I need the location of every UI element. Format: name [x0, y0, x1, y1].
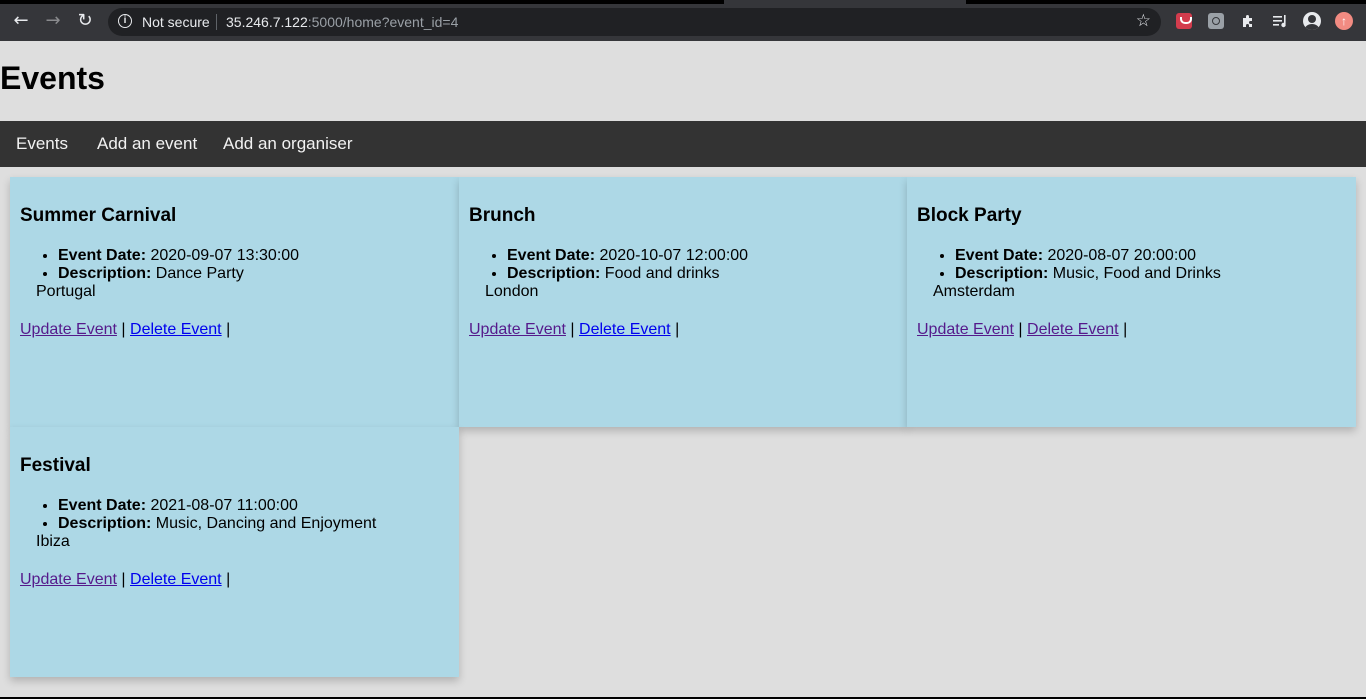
puzzle-icon[interactable] [1240, 13, 1256, 29]
event-description-item: Description: Music, Dancing and Enjoymen… [58, 515, 449, 533]
event-description-label: Description: [58, 515, 152, 532]
nav-add-organiser[interactable]: Add an organiser [223, 121, 352, 167]
separator: | [121, 321, 126, 338]
back-icon[interactable]: ← [9, 9, 33, 33]
event-card: Block Party Event Date: 2020-08-07 20:00… [907, 177, 1356, 427]
url-host: 35.246.7.122 [226, 14, 308, 30]
top-navigation: Events Add an event Add an organiser [0, 121, 1366, 167]
event-description-item: Description: Food and drinks [507, 265, 898, 283]
forward-icon[interactable]: → [41, 9, 65, 33]
event-details: Event Date: 2021-08-07 11:00:00 Descript… [20, 497, 449, 533]
info-icon[interactable]: i [118, 14, 132, 28]
event-actions: Update Event | Delete Event | [20, 571, 449, 589]
event-details: Event Date: 2020-09-07 13:30:00 Descript… [20, 247, 449, 283]
profile-icon[interactable] [1303, 12, 1321, 30]
extension-square-icon[interactable] [1208, 13, 1224, 29]
event-description-value: Food and drinks [604, 265, 720, 282]
event-actions: Update Event | Delete Event | [469, 321, 898, 339]
event-description-value: Music, Food and Drinks [1052, 265, 1221, 282]
event-location: Amsterdam [933, 283, 1015, 300]
star-icon[interactable]: ☆ [1136, 11, 1151, 31]
security-indicator[interactable]: Not secure [142, 14, 210, 30]
page-title: Events [0, 60, 105, 96]
update-icon[interactable]: ↑ [1335, 12, 1353, 30]
separator: | [570, 321, 575, 338]
event-title: Festival [20, 455, 91, 476]
pocket-icon[interactable] [1176, 13, 1192, 29]
update-event-link[interactable]: Update Event [20, 571, 117, 588]
event-date-value: 2020-09-07 13:30:00 [150, 247, 300, 264]
event-card: Summer Carnival Event Date: 2020-09-07 1… [10, 177, 459, 427]
event-description-label: Description: [58, 265, 152, 282]
event-date-value: 2020-08-07 20:00:00 [1047, 247, 1197, 264]
event-description-label: Description: [507, 265, 601, 282]
event-date-label: Event Date: [58, 247, 147, 264]
tab-strip-edge [0, 0, 724, 4]
event-location: London [485, 283, 539, 300]
url-text[interactable]: 35.246.7.122:5000/home?event_id=4 [226, 14, 458, 30]
event-description-item: Description: Dance Party [58, 265, 449, 283]
delete-event-link[interactable]: Delete Event [130, 571, 222, 588]
separator: | [1123, 321, 1128, 338]
event-actions: Update Event | Delete Event | [917, 321, 1346, 339]
event-location: Portugal [36, 283, 96, 300]
delete-event-link[interactable]: Delete Event [579, 321, 671, 338]
event-date-item: Event Date: 2020-08-07 20:00:00 [955, 247, 1346, 265]
event-date-label: Event Date: [955, 247, 1044, 264]
media-control-icon[interactable] [1272, 13, 1288, 29]
event-date-value: 2020-10-07 12:00:00 [599, 247, 749, 264]
event-description-label: Description: [955, 265, 1049, 282]
update-event-link[interactable]: Update Event [20, 321, 117, 338]
event-title: Brunch [469, 205, 536, 226]
event-date-item: Event Date: 2021-08-07 11:00:00 [58, 497, 449, 515]
event-description-value: Music, Dancing and Enjoyment [155, 515, 377, 532]
event-date-value: 2021-08-07 11:00:00 [150, 497, 298, 514]
event-location: Ibiza [36, 533, 70, 550]
event-date-item: Event Date: 2020-09-07 13:30:00 [58, 247, 449, 265]
event-date-item: Event Date: 2020-10-07 12:00:00 [507, 247, 898, 265]
tab-strip-edge [966, 0, 1366, 4]
reload-icon[interactable]: ↻ [73, 9, 97, 33]
event-details: Event Date: 2020-08-07 20:00:00 Descript… [917, 247, 1346, 283]
event-details: Event Date: 2020-10-07 12:00:00 Descript… [469, 247, 898, 283]
event-card: Brunch Event Date: 2020-10-07 12:00:00 D… [459, 177, 908, 427]
nav-events[interactable]: Events [16, 121, 68, 167]
event-title: Block Party [917, 205, 1022, 226]
update-event-link[interactable]: Update Event [469, 321, 566, 338]
event-description-value: Dance Party [155, 265, 244, 282]
separator: | [121, 571, 126, 588]
separator: | [226, 321, 231, 338]
update-event-link[interactable]: Update Event [917, 321, 1014, 338]
event-date-label: Event Date: [58, 497, 147, 514]
browser-toolbar: ← → ↻ i Not secure 35.246.7.122:5000/hom… [0, 0, 1366, 41]
event-actions: Update Event | Delete Event | [20, 321, 449, 339]
url-path: :5000/home?event_id=4 [307, 14, 459, 30]
address-separator [216, 14, 217, 30]
address-bar[interactable]: i Not secure 35.246.7.122:5000/home?even… [108, 8, 1161, 36]
delete-event-link[interactable]: Delete Event [130, 321, 222, 338]
separator: | [1018, 321, 1023, 338]
separator: | [226, 571, 231, 588]
event-card: Festival Event Date: 2021-08-07 11:00:00… [10, 427, 459, 677]
event-title: Summer Carnival [20, 205, 177, 226]
event-description-item: Description: Music, Food and Drinks [955, 265, 1346, 283]
nav-add-event[interactable]: Add an event [97, 121, 197, 167]
delete-event-link[interactable]: Delete Event [1027, 321, 1119, 338]
separator: | [675, 321, 680, 338]
event-date-label: Event Date: [507, 247, 596, 264]
